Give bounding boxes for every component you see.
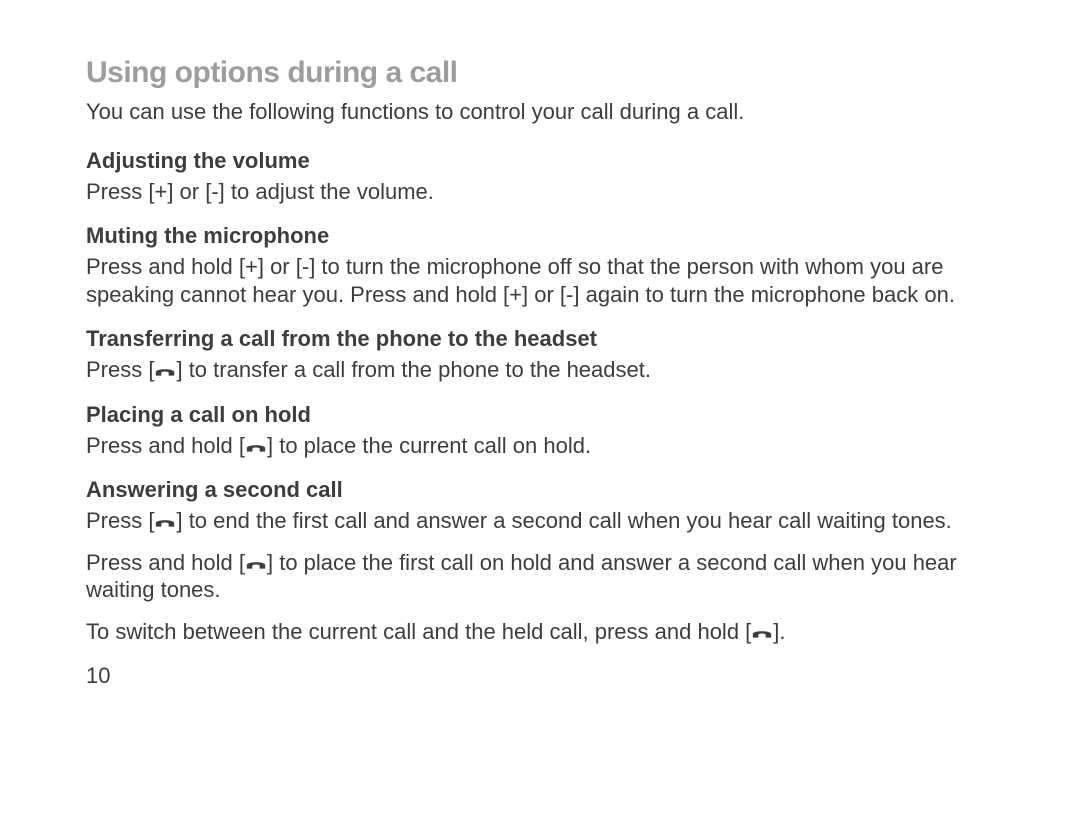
section-volume: Adjusting the volume Press [+] or [-] to… <box>86 148 994 206</box>
text-fragment: ] to end the first call and answer a sec… <box>176 508 951 533</box>
section-heading: Transferring a call from the phone to th… <box>86 326 994 352</box>
text-fragment: ] or [ <box>167 179 211 204</box>
section-body: Press [ ] to transfer a call from the pho… <box>86 356 994 384</box>
phone-icon <box>154 516 176 530</box>
text-fragment: ] again to turn the microphone back on. <box>573 282 955 307</box>
section-body: Press [+] or [-] to adjust the volume. <box>86 178 994 206</box>
section-body: Press and hold [ ] to place the current c… <box>86 432 994 460</box>
text-fragment: ] to transfer a call from the phone to t… <box>176 357 651 382</box>
page-number: 10 <box>86 663 994 689</box>
plus-key: + <box>509 282 522 307</box>
text-fragment: ] to place the current call on hold. <box>267 433 591 458</box>
text-fragment: Press and hold [ <box>86 550 245 575</box>
plus-key: + <box>245 254 258 279</box>
text-fragment: Press [ <box>86 179 154 204</box>
section-heading: Placing a call on hold <box>86 402 994 428</box>
section-hold: Placing a call on hold Press and hold []… <box>86 402 994 460</box>
section-transfer: Transferring a call from the phone to th… <box>86 326 994 384</box>
text-fragment: ]. <box>773 619 785 644</box>
section-heading: Muting the microphone <box>86 223 994 249</box>
section-body: Press and hold [+] or [-] to turn the mi… <box>86 253 994 308</box>
intro-paragraph: You can use the following functions to c… <box>86 98 994 126</box>
manual-page: Using options during a call You can use … <box>0 0 1080 719</box>
text-fragment: ] to adjust the volume. <box>219 179 434 204</box>
plus-key: + <box>154 179 167 204</box>
section-body: Press and hold [] to place the first cal… <box>86 549 994 604</box>
section-mute: Muting the microphone Press and hold [+]… <box>86 223 994 308</box>
text-fragment: To switch between the current call and t… <box>86 619 751 644</box>
text-fragment: Press [ <box>86 508 154 533</box>
section-heading: Answering a second call <box>86 477 994 503</box>
text-fragment: ] or [ <box>522 282 566 307</box>
text-fragment: Press [ <box>86 357 154 382</box>
section-body: Press [ ] to end the first call and answe… <box>86 507 994 535</box>
phone-icon <box>245 441 267 455</box>
section-body: To switch between the current call and t… <box>86 618 994 646</box>
page-title: Using options during a call <box>86 56 994 90</box>
phone-icon <box>154 365 176 379</box>
text-fragment: Press and hold [ <box>86 254 245 279</box>
text-fragment: ] or [ <box>258 254 302 279</box>
phone-icon <box>245 558 267 572</box>
minus-key: - <box>211 179 218 204</box>
section-second-call: Answering a second call Press [ ] to end … <box>86 477 994 645</box>
text-fragment: Press and hold [ <box>86 433 245 458</box>
phone-icon <box>751 627 773 641</box>
section-heading: Adjusting the volume <box>86 148 994 174</box>
